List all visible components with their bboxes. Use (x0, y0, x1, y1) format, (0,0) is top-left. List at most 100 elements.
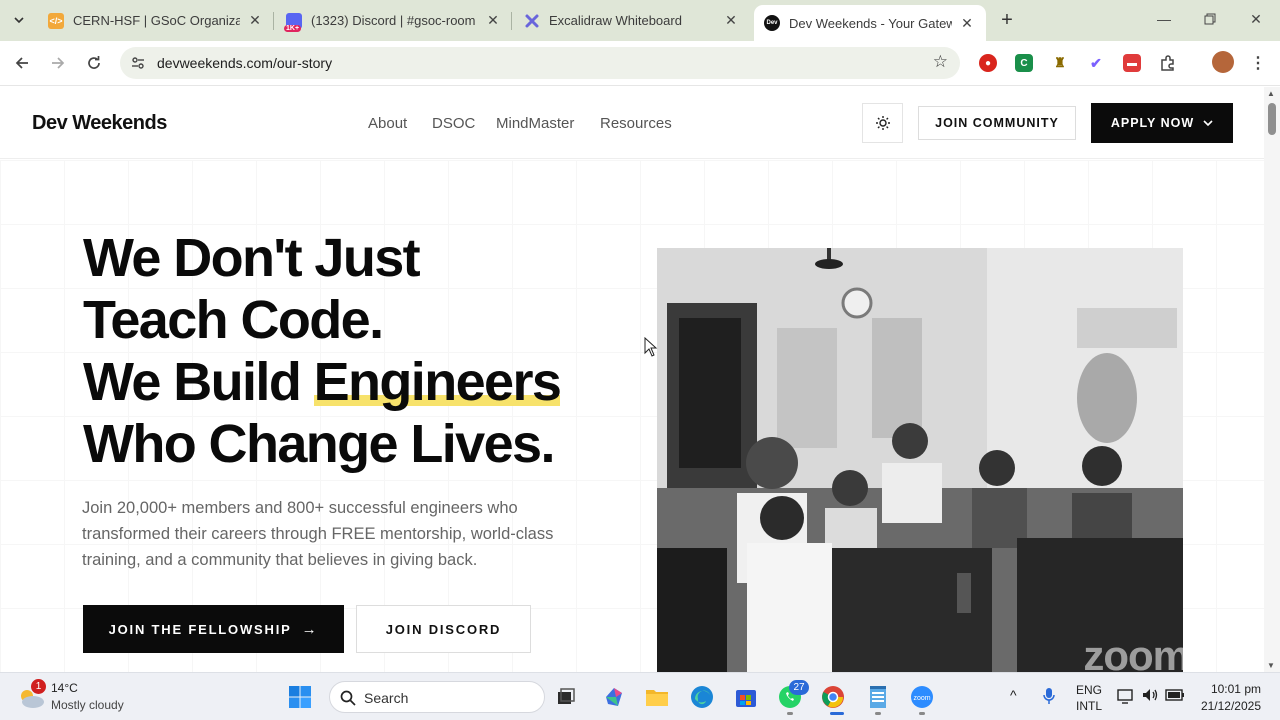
window-close-button[interactable]: ✕ (1233, 0, 1279, 38)
profile-avatar[interactable] (1212, 51, 1234, 73)
task-view-icon[interactable] (550, 681, 582, 713)
chevron-down-icon (1203, 120, 1213, 127)
dev-weekends-icon: Dev (764, 15, 780, 31)
hero-description: Join 20,000+ members and 800+ successful… (82, 499, 554, 569)
site-logo[interactable]: Dev Weekends (32, 112, 167, 135)
join-community-button[interactable]: JOIN COMMUNITY (918, 106, 1076, 140)
svg-text:zoom: zoom (913, 695, 930, 702)
tab-cern-hsf[interactable]: </> CERN-HSF | GSoC Organization ✕ (38, 0, 274, 41)
battery-icon[interactable] (1165, 688, 1185, 705)
hero-line-3-prefix: We Build (83, 352, 314, 412)
nav-mindmaster[interactable]: MindMaster (496, 115, 574, 132)
taskbar-search[interactable]: Search (329, 681, 545, 713)
scrollbar-thumb[interactable] (1268, 103, 1276, 135)
community-photo: zoom (657, 248, 1183, 672)
hero-section: We Don't Just Teach Code. We Build Engin… (0, 160, 1264, 672)
adblock-extension-icon[interactable]: ● (979, 54, 997, 72)
zoom-app-icon[interactable]: zoom (906, 681, 938, 713)
notepad-icon[interactable] (862, 681, 894, 713)
code-brackets-icon: </> (48, 12, 64, 29)
join-fellowship-button[interactable]: JOIN THE FELLOWSHIP → (83, 605, 344, 653)
language-indicator[interactable]: ENG INTL (1076, 683, 1102, 713)
weather-condition: Mostly cloudy (51, 698, 124, 712)
extension-red-icon[interactable]: ▬ (1123, 54, 1141, 72)
new-tab-button[interactable]: + (996, 9, 1018, 31)
extension-figure-icon[interactable]: ♜ (1051, 54, 1069, 72)
tab-search-button[interactable] (6, 8, 32, 32)
hero-line-3: We Build Engineers (83, 351, 562, 413)
show-hidden-icons-icon[interactable]: ^ (1010, 687, 1017, 703)
theme-toggle-button[interactable] (862, 103, 903, 143)
scroll-up-icon[interactable]: ▲ (1267, 89, 1275, 98)
extension-check-icon[interactable]: ✔ (1087, 54, 1105, 72)
classroom-photo-illustration (657, 248, 1183, 672)
microsoft-365-icon[interactable] (598, 681, 630, 713)
hero-line-1: We Don't Just (83, 228, 421, 288)
highlighted-word: Engineers (313, 352, 562, 412)
web-page: We Don't Just Teach Code. We Build Engin… (0, 87, 1264, 672)
whatsapp-unread-badge: 27 (789, 680, 809, 695)
close-icon[interactable]: ✕ (484, 12, 502, 30)
tab-separator (273, 12, 274, 30)
back-button[interactable] (8, 49, 36, 77)
close-icon[interactable]: ✕ (246, 12, 264, 30)
join-discord-button[interactable]: JOIN DISCORD (356, 605, 531, 653)
nav-resources[interactable]: Resources (600, 115, 672, 132)
page-scrollbar[interactable]: ▲ ▼ (1264, 87, 1280, 672)
microphone-icon[interactable] (1043, 687, 1055, 708)
edge-browser-icon[interactable] (686, 681, 718, 713)
address-bar[interactable]: devweekends.com/our-story ☆ (120, 47, 960, 79)
forward-button[interactable] (44, 49, 72, 77)
apply-now-label: APPLY NOW (1110, 116, 1195, 130)
extensions-puzzle-icon[interactable] (1159, 54, 1177, 72)
network-icon[interactable] (1117, 688, 1135, 707)
site-info-icon[interactable] (128, 53, 148, 73)
close-icon[interactable]: ✕ (722, 12, 740, 30)
nav-dsoc[interactable]: DSOC (432, 115, 475, 132)
search-icon (340, 690, 356, 706)
extension-green-icon[interactable]: C (1015, 54, 1033, 72)
start-button[interactable] (284, 681, 316, 713)
discord-icon: 1K+ (284, 12, 302, 32)
restore-button[interactable] (1187, 0, 1233, 38)
excalidraw-icon (524, 13, 540, 29)
search-label: Search (364, 690, 409, 706)
close-icon[interactable]: ✕ (958, 14, 976, 32)
hero-line-2: Teach Code. (83, 290, 384, 350)
mouse-cursor-icon (644, 337, 658, 357)
bookmark-star-icon[interactable]: ☆ (933, 52, 948, 72)
site-header: Dev Weekends About DSOC MindMaster Resou… (0, 87, 1264, 159)
tab-discord[interactable]: 1K+ (1323) Discord | #gsoc-room | U ✕ (276, 0, 512, 41)
weather-widget[interactable]: 1 14°C Mostly cloudy (16, 679, 156, 715)
hero-heading: We Don't Just Teach Code. We Build Engin… (83, 227, 562, 475)
system-clock[interactable]: 10:01 pm 21/12/2025 (1197, 682, 1261, 713)
apply-now-button[interactable]: APPLY NOW (1091, 103, 1233, 143)
url-text: devweekends.com/our-story (157, 55, 333, 71)
windows-taskbar: 1 14°C Mostly cloudy Search zoom ^ ENG I… (0, 672, 1280, 720)
running-indicator (875, 712, 881, 715)
more-menu-icon[interactable]: ⋮ (1249, 54, 1267, 72)
clock-time: 10:01 pm (1210, 682, 1261, 696)
nav-about[interactable]: About (368, 115, 407, 132)
running-indicator (787, 712, 793, 715)
active-indicator (830, 712, 844, 715)
scroll-down-icon[interactable]: ▼ (1267, 661, 1275, 670)
tab-excalidraw[interactable]: Excalidraw Whiteboard ✕ (514, 0, 750, 41)
restore-icon (1204, 13, 1216, 25)
volume-icon[interactable] (1141, 687, 1159, 706)
microsoft-store-icon[interactable] (730, 681, 762, 713)
reload-button[interactable] (80, 49, 108, 77)
tab-title: Excalidraw Whiteboard (549, 13, 682, 28)
hero-line-4: Who Change Lives. (83, 414, 555, 474)
file-explorer-icon[interactable] (641, 681, 673, 713)
sun-icon (875, 116, 890, 130)
minimize-button[interactable]: — (1141, 0, 1187, 38)
tab-dev-weekends[interactable]: Dev Dev Weekends - Your Gateway ✕ (754, 5, 986, 41)
join-fellowship-label: JOIN THE FELLOWSHIP (108, 621, 292, 637)
arrow-left-icon (15, 57, 28, 69)
running-indicator (919, 712, 925, 715)
chrome-icon[interactable] (817, 681, 849, 713)
browser-toolbar: devweekends.com/our-story ☆ ● C ♜ ✔ ▬ ⋮ (0, 41, 1280, 86)
zoom-watermark: zoom (1083, 632, 1183, 672)
clock-date: 21/12/2025 (1200, 699, 1261, 713)
